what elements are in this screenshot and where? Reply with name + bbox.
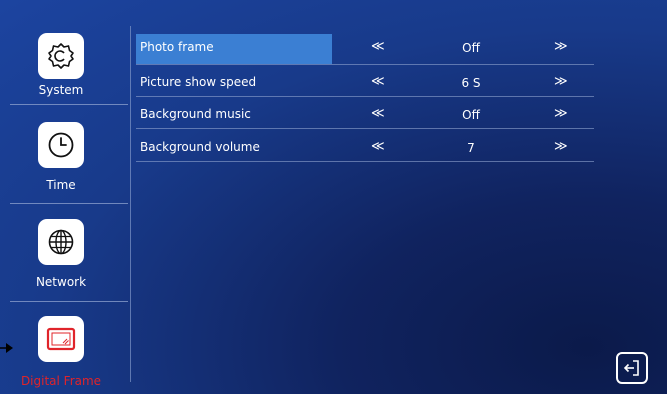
- exit-button[interactable]: [616, 352, 648, 384]
- setting-value: 6 S: [461, 76, 481, 90]
- sidebar-item-network[interactable]: Network: [0, 207, 130, 304]
- setting-name: Picture show speed: [140, 75, 257, 89]
- sidebar-item-label: Network: [35, 275, 87, 289]
- setting-value: Off: [462, 41, 480, 55]
- setting-row-background-volume[interactable]: Background volume ≪ 7 ≫: [136, 137, 596, 162]
- sidebar-item-label: Time: [46, 178, 76, 192]
- divider: [10, 203, 128, 204]
- prev-value-button[interactable]: ≪: [371, 39, 385, 54]
- prev-value-button[interactable]: ≪: [371, 139, 385, 154]
- setting-row-photo-frame[interactable]: Photo frame ≪ Off ≫: [136, 34, 596, 65]
- sidebar: System Time Network Digital Frame: [0, 0, 130, 394]
- sidebar-item-time[interactable]: Time: [0, 110, 130, 207]
- setting-row-picture-show-speed[interactable]: Picture show speed ≪ 6 S ≫: [136, 72, 596, 97]
- row-divider: [136, 64, 594, 65]
- row-divider: [136, 128, 594, 129]
- exit-icon: [623, 360, 639, 376]
- sidebar-separator: [130, 26, 131, 382]
- prev-value-button[interactable]: ≪: [371, 106, 385, 121]
- sidebar-item-system[interactable]: System: [0, 0, 130, 105]
- setting-row-background-music[interactable]: Background music ≪ Off ≫: [136, 104, 596, 129]
- pointer-arrow-icon: [0, 343, 13, 353]
- setting-name: Background music: [140, 107, 251, 121]
- setting-name: Background volume: [140, 140, 260, 154]
- next-value-button[interactable]: ≫: [554, 74, 568, 89]
- globe-icon: [38, 219, 84, 265]
- clock-icon: [38, 122, 84, 168]
- row-divider: [136, 96, 594, 97]
- divider: [10, 104, 128, 105]
- setting-value: Off: [462, 108, 480, 122]
- settings-gear-icon: [38, 33, 84, 79]
- prev-value-button[interactable]: ≪: [371, 74, 385, 89]
- sidebar-item-label: Digital Frame: [20, 374, 102, 388]
- next-value-button[interactable]: ≫: [554, 106, 568, 121]
- next-value-button[interactable]: ≫: [554, 139, 568, 154]
- sidebar-item-digital-frame[interactable]: Digital Frame: [0, 304, 130, 394]
- divider: [10, 301, 128, 302]
- setting-value: 7: [467, 141, 475, 155]
- digital-frame-settings-screen: System Time Network Digital Frame Photo …: [0, 0, 667, 394]
- setting-name: Photo frame: [140, 40, 214, 54]
- sidebar-item-label: System: [38, 83, 84, 97]
- photo-frame-icon: [38, 316, 84, 362]
- row-divider: [136, 161, 594, 162]
- next-value-button[interactable]: ≫: [554, 39, 568, 54]
